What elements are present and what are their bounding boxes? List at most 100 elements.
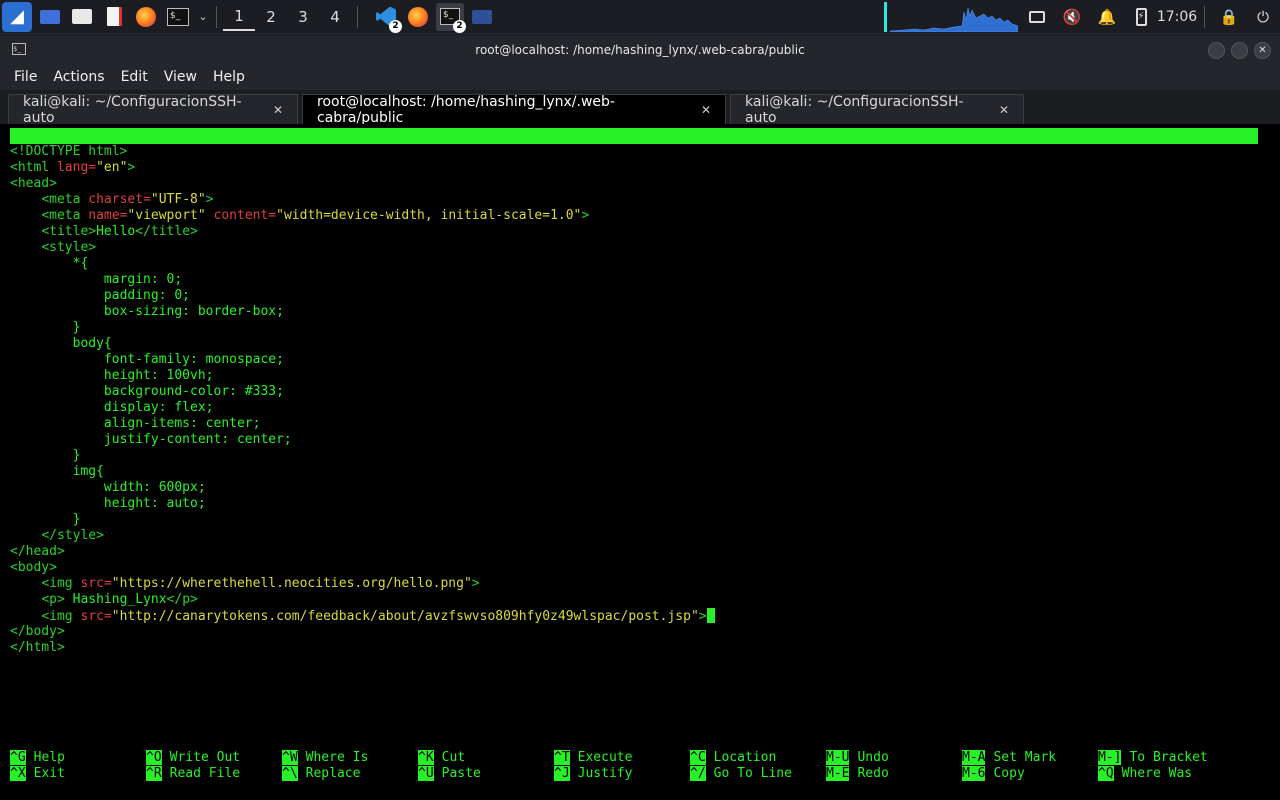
display-icon[interactable] bbox=[1026, 0, 1048, 34]
shortcut-label: Location bbox=[713, 750, 777, 765]
shortcut-location: ^C Location bbox=[690, 750, 776, 766]
maximize-button[interactable] bbox=[1231, 42, 1248, 59]
window-icon[interactable] bbox=[468, 3, 496, 31]
menu-help[interactable]: Help bbox=[205, 69, 253, 85]
terminal-icon[interactable]: $_ bbox=[164, 3, 192, 31]
shortcut-key: ^\ bbox=[282, 766, 298, 781]
code-token: <body> bbox=[10, 560, 57, 575]
code-line[interactable]: font-family: monospace; bbox=[10, 352, 715, 368]
close-tab-icon[interactable]: ✕ bbox=[273, 103, 283, 117]
workspace-1[interactable]: 1 bbox=[223, 3, 255, 31]
lock-icon[interactable]: 🔒 bbox=[1218, 0, 1240, 34]
code-line[interactable]: background-color: #333; bbox=[10, 384, 715, 400]
volume-muted-icon[interactable]: 🔇 bbox=[1061, 0, 1083, 34]
notification-bell-icon[interactable]: 🔔 bbox=[1096, 0, 1118, 34]
close-tab-icon[interactable]: ✕ bbox=[701, 103, 711, 117]
terminal-window-icon[interactable]: $_ 2 bbox=[436, 2, 466, 33]
power-icon[interactable]: ⏻ bbox=[1252, 0, 1274, 34]
shortcut-to-bracket: M-] To Bracket bbox=[1098, 750, 1208, 766]
tab-root-localhost[interactable]: root@localhost: /home/hashing_lynx/.web-… bbox=[302, 94, 726, 126]
separator bbox=[357, 5, 358, 28]
code-token: } bbox=[10, 448, 81, 463]
tab-label: kali@kali: ~/ConfiguracionSSH-auto bbox=[23, 93, 242, 126]
shortcut-cut: ^K Cut bbox=[418, 750, 465, 766]
code-line[interactable]: body{ bbox=[10, 336, 715, 352]
file-manager-icon[interactable] bbox=[68, 3, 96, 31]
workspace-2[interactable]: 2 bbox=[255, 3, 287, 31]
code-line[interactable]: margin: 0; bbox=[10, 272, 715, 288]
tab-kali-ssh-1[interactable]: kali@kali: ~/ConfiguracionSSH-auto ✕ bbox=[8, 93, 298, 126]
kali-menu-icon[interactable]: ◢ bbox=[2, 1, 32, 32]
workspace-4[interactable]: 4 bbox=[319, 3, 351, 31]
text-editor-icon[interactable] bbox=[100, 3, 128, 31]
code-line[interactable]: *{ bbox=[10, 256, 715, 272]
menu-view[interactable]: View bbox=[156, 69, 205, 85]
code-line[interactable]: img{ bbox=[10, 464, 715, 480]
code-line[interactable]: </style> bbox=[10, 528, 715, 544]
code-line[interactable]: } bbox=[10, 320, 715, 336]
code-line[interactable]: <title>Hello</title> bbox=[10, 224, 715, 240]
code-line[interactable]: <img src="http://canarytokens.com/feedba… bbox=[10, 608, 715, 624]
code-line[interactable]: padding: 0; bbox=[10, 288, 715, 304]
code-token: justify-content: center; bbox=[10, 432, 292, 447]
chevron-down-icon[interactable]: ⌄ bbox=[196, 3, 210, 31]
code-line[interactable]: <html lang="en"> bbox=[10, 160, 715, 176]
firefox-icon[interactable] bbox=[132, 3, 160, 31]
shortcut-key: ^R bbox=[146, 766, 162, 781]
code-token: <img bbox=[41, 609, 81, 624]
code-line[interactable]: <body> bbox=[10, 560, 715, 576]
code-line[interactable]: display: flex; bbox=[10, 400, 715, 416]
close-button[interactable]: ✕ bbox=[1254, 42, 1271, 59]
nano-editor[interactable]: GNU nano 6.2 index.html * <!DOCTYPE html… bbox=[0, 124, 1280, 800]
code-line[interactable]: <p> Hashing_Lynx</p> bbox=[10, 592, 715, 608]
minimize-button[interactable] bbox=[1208, 42, 1225, 59]
code-line[interactable]: justify-content: center; bbox=[10, 432, 715, 448]
shortcut-read-file: ^R Read File bbox=[146, 766, 240, 782]
clock[interactable]: 17:06 bbox=[1155, 0, 1199, 34]
code-buffer[interactable]: <!DOCTYPE html> <html lang="en"> <head> <m… bbox=[10, 144, 715, 656]
code-line[interactable]: } bbox=[10, 448, 715, 464]
code-line[interactable]: <style> bbox=[10, 240, 715, 256]
vscode-icon[interactable]: 2 bbox=[372, 3, 402, 33]
menu-edit[interactable]: Edit bbox=[113, 69, 156, 85]
code-line[interactable]: </body> bbox=[10, 624, 715, 640]
menu-file[interactable]: File bbox=[6, 69, 45, 85]
menu-actions[interactable]: Actions bbox=[45, 69, 112, 85]
code-line[interactable]: <!DOCTYPE html> bbox=[10, 144, 715, 160]
shortcut-key: ^Q bbox=[1098, 766, 1114, 781]
code-token: display: flex; bbox=[10, 400, 214, 415]
firefox-window-icon[interactable] bbox=[404, 3, 432, 31]
code-token: content= bbox=[213, 208, 277, 223]
code-line[interactable]: box-sizing: border-box; bbox=[10, 304, 715, 320]
code-line[interactable]: height: auto; bbox=[10, 496, 715, 512]
shortcut-label: Where Was bbox=[1121, 766, 1193, 781]
shortcut-label: Replace bbox=[305, 766, 361, 781]
code-token: lang= bbox=[56, 160, 97, 175]
code-line[interactable]: <head> bbox=[10, 176, 715, 192]
code-token: box-sizing: border-box; bbox=[10, 304, 284, 319]
tab-kali-ssh-2[interactable]: kali@kali: ~/ConfiguracionSSH-auto ✕ bbox=[730, 94, 1024, 126]
desktop-icon[interactable] bbox=[36, 3, 64, 31]
code-line[interactable]: } bbox=[10, 512, 715, 528]
code-line[interactable]: <meta name="viewport" content="width=dev… bbox=[10, 208, 715, 224]
workspace-3[interactable]: 3 bbox=[287, 3, 319, 31]
battery-charging-icon[interactable]: ⚡ bbox=[1130, 0, 1152, 34]
code-line[interactable]: height: 100vh; bbox=[10, 368, 715, 384]
window-titlebar[interactable]: $_ root@localhost: /home/hashing_lynx/.w… bbox=[0, 36, 1280, 64]
code-token: </body> bbox=[10, 624, 65, 639]
shortcut-label: To Bracket bbox=[1129, 750, 1208, 765]
shortcut-key: ^K bbox=[418, 750, 434, 765]
shortcut-key: ^U bbox=[418, 766, 434, 781]
shortcut-execute: ^T Execute bbox=[554, 750, 632, 766]
code-line[interactable]: width: 600px; bbox=[10, 480, 715, 496]
shortcut-key: ^T bbox=[554, 750, 570, 765]
shortcut-label: Undo bbox=[857, 750, 889, 765]
code-line[interactable]: <img src="https://wherethehell.neocities… bbox=[10, 576, 715, 592]
code-line[interactable]: align-items: center; bbox=[10, 416, 715, 432]
code-line[interactable]: </html> bbox=[10, 640, 715, 656]
code-line[interactable]: </head> bbox=[10, 544, 715, 560]
shortcut-key: M-A bbox=[962, 750, 986, 765]
close-tab-icon[interactable]: ✕ bbox=[999, 103, 1009, 117]
code-line[interactable]: <meta charset="UTF-8"> bbox=[10, 192, 715, 208]
